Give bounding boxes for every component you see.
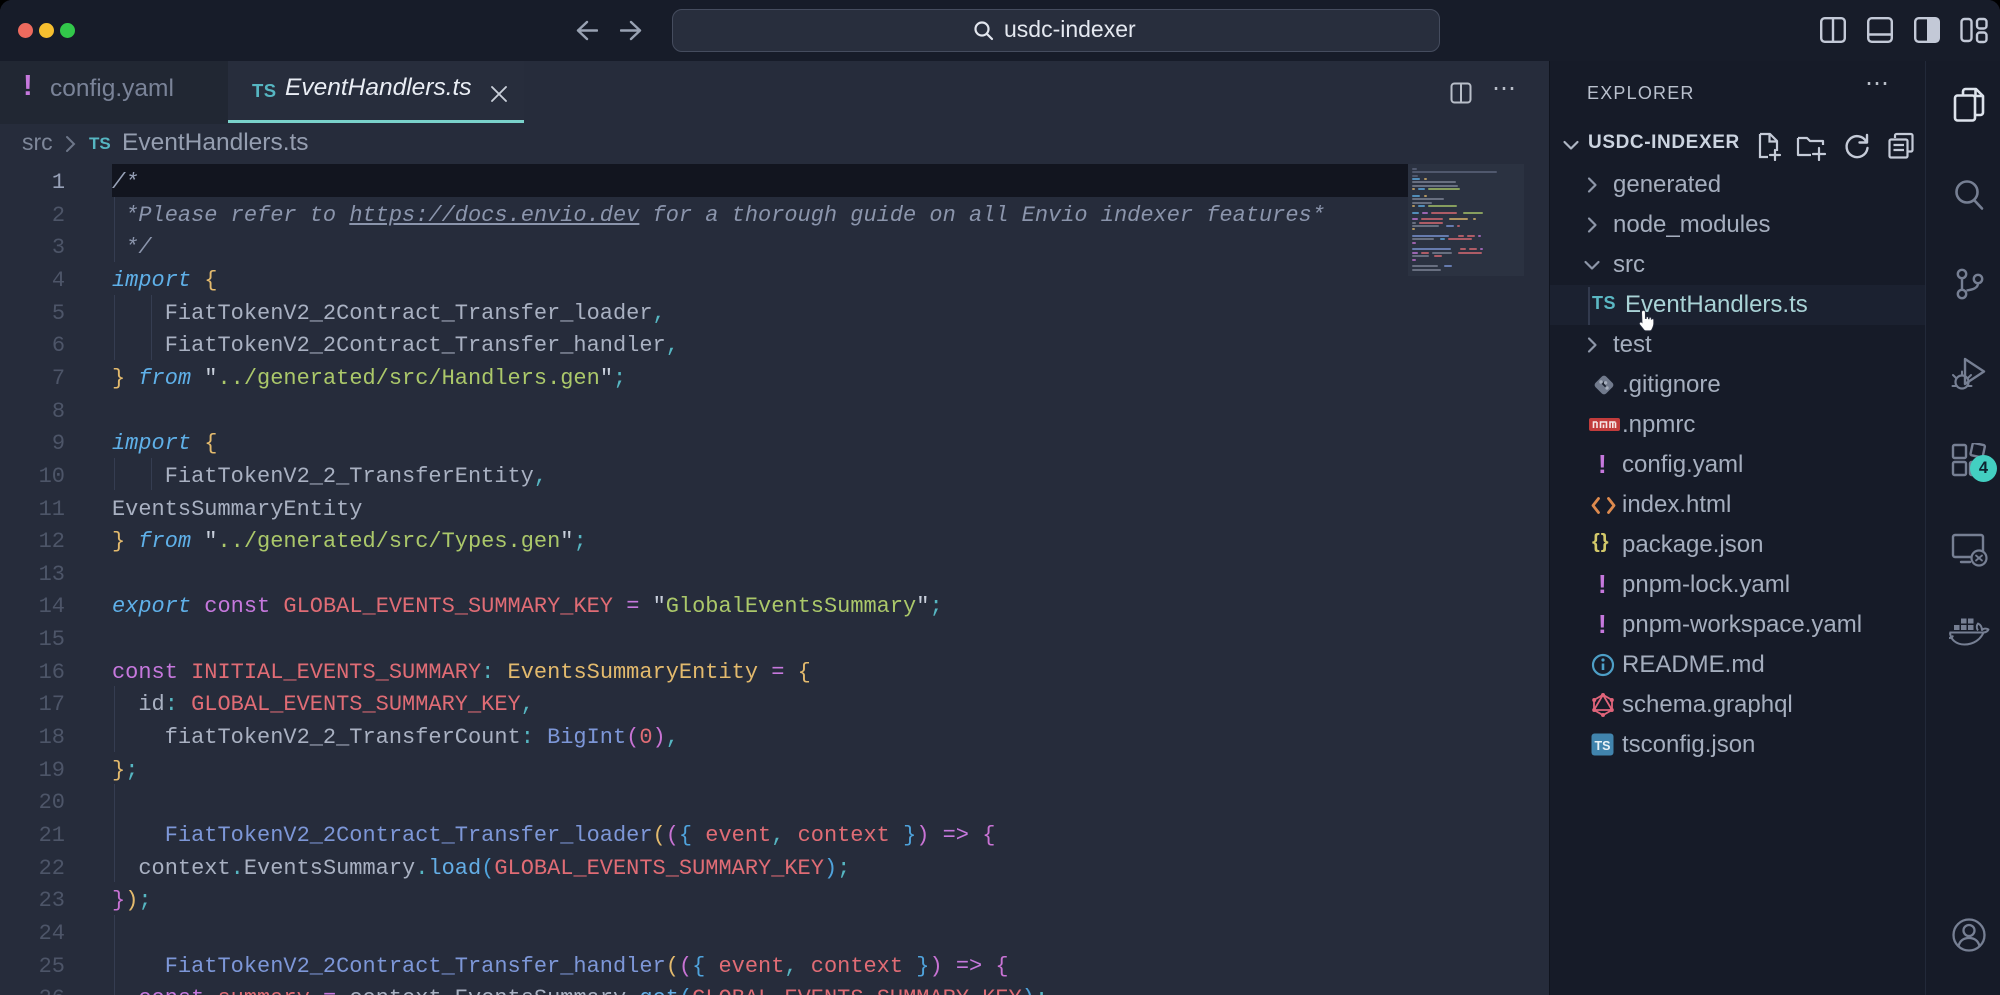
svg-text:TS: TS — [1595, 739, 1611, 753]
